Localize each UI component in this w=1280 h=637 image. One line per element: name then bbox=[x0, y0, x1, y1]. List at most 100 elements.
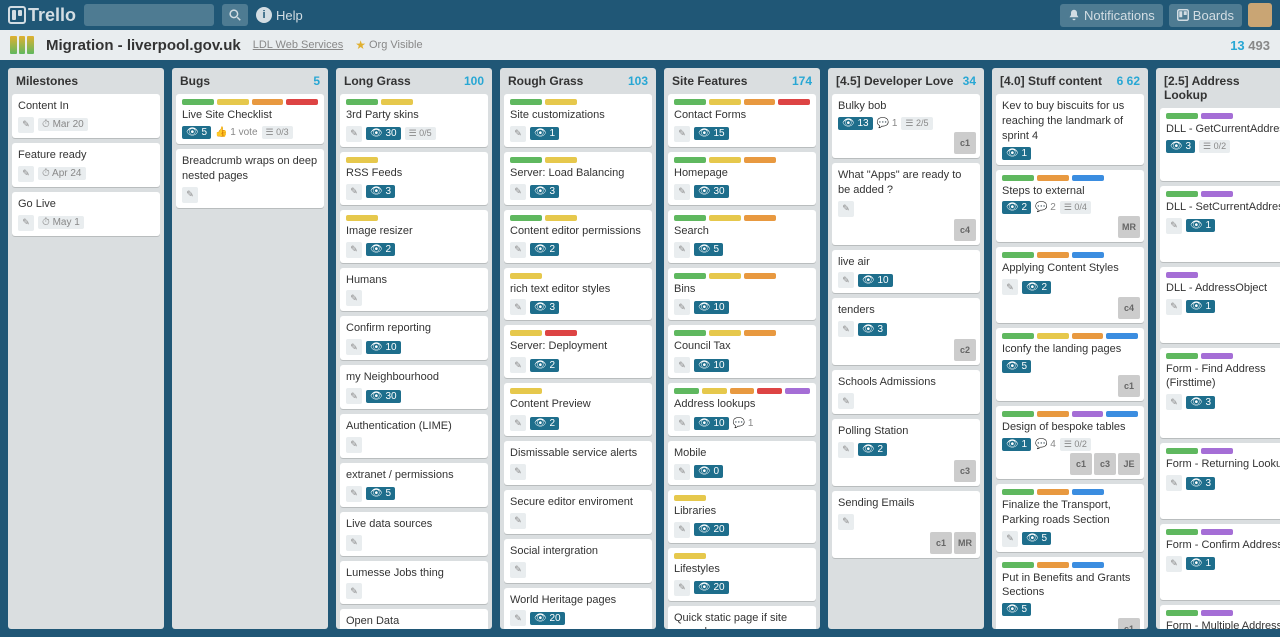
card-badges: ✎👁 2 bbox=[510, 242, 646, 258]
card[interactable]: Dismissable service alerts✎ bbox=[504, 441, 652, 485]
card[interactable]: Breadcrumb wraps on deep nested pages✎ bbox=[176, 149, 324, 208]
card[interactable]: Humans✎ bbox=[340, 268, 488, 312]
card[interactable]: my Neighbourhood✎👁 30 bbox=[340, 365, 488, 409]
card[interactable]: Content In✎⏱ Mar 20 bbox=[12, 94, 160, 138]
card[interactable]: DLL - SetCurrentAddress✎👁 1c3 bbox=[1160, 186, 1280, 262]
card[interactable]: rich text editor styles✎👁 3 bbox=[504, 268, 652, 321]
board-icon bbox=[10, 36, 34, 54]
list-header[interactable]: Site Features174 bbox=[664, 68, 820, 94]
card[interactable]: Bulky bob👁 13💬 1☰ 2/5c1 bbox=[832, 94, 980, 158]
board-canvas[interactable]: MilestonesContent In✎⏱ Mar 20 Feature rea… bbox=[0, 60, 1280, 637]
member-avatar[interactable]: JE bbox=[1118, 453, 1140, 475]
card[interactable]: Kev to buy biscuits for us reaching the … bbox=[996, 94, 1144, 165]
card[interactable]: Lifestyles✎👁 20 bbox=[668, 548, 816, 601]
card[interactable]: Quick static page if site goes down✎👁 1 bbox=[668, 606, 816, 629]
card[interactable]: Contact Forms✎👁 15 bbox=[668, 94, 816, 147]
card[interactable]: Form - Confirm Address✎👁 1c3 bbox=[1160, 524, 1280, 600]
member-avatar[interactable]: MR bbox=[1118, 216, 1140, 238]
points-badge: 👁 5 bbox=[366, 487, 395, 500]
card[interactable]: live air✎👁 10 bbox=[832, 250, 980, 294]
list-header[interactable]: Rough Grass103 bbox=[500, 68, 656, 94]
points-badge: 👁 13 bbox=[838, 117, 873, 130]
card[interactable]: Schools Admissions✎ bbox=[832, 370, 980, 414]
list-header[interactable]: [4.0] Stuff content6 62 bbox=[992, 68, 1148, 94]
card[interactable]: Sending Emails✎c1MR bbox=[832, 491, 980, 558]
boards-button[interactable]: Boards bbox=[1169, 4, 1242, 27]
list-header[interactable]: [4.5] Developer Love34 bbox=[828, 68, 984, 94]
label bbox=[510, 157, 542, 163]
board-title[interactable]: Migration - liverpool.gov.uk bbox=[46, 37, 241, 54]
member-avatar[interactable]: c3 bbox=[1094, 453, 1116, 475]
card[interactable]: Libraries✎👁 20 bbox=[668, 490, 816, 543]
card[interactable]: World Heritage pages✎👁 20 bbox=[504, 588, 652, 629]
member-avatar[interactable]: c3 bbox=[954, 460, 976, 482]
list-count: 174 bbox=[792, 74, 812, 88]
card[interactable]: Search✎👁 5 bbox=[668, 210, 816, 263]
card[interactable]: Social intergration✎ bbox=[504, 539, 652, 583]
list-header[interactable]: Milestones bbox=[8, 68, 164, 94]
member-avatar[interactable]: c1 bbox=[1118, 375, 1140, 397]
member-avatar[interactable]: c1 bbox=[1070, 453, 1092, 475]
member-avatar[interactable]: MR bbox=[954, 532, 976, 554]
card[interactable]: Feature ready✎⏱ Apr 24 bbox=[12, 143, 160, 187]
card[interactable]: Homepage✎👁 30 bbox=[668, 152, 816, 205]
card[interactable]: Content editor permissions✎👁 2 bbox=[504, 210, 652, 263]
card[interactable]: Lumesse Jobs thing✎ bbox=[340, 561, 488, 605]
card[interactable]: Design of bespoke tables👁 1💬 4☰ 0/2c1c3J… bbox=[996, 406, 1144, 479]
card[interactable]: 3rd Party skins✎👁 30☰ 0/5 bbox=[340, 94, 488, 147]
card[interactable]: Content Preview✎👁 2 bbox=[504, 383, 652, 436]
visibility-button[interactable]: ★ Org Visible bbox=[355, 38, 422, 52]
list-header[interactable]: Long Grass100 bbox=[336, 68, 492, 94]
card[interactable]: Image resizer✎👁 2 bbox=[340, 210, 488, 263]
card-labels bbox=[674, 215, 810, 221]
card[interactable]: Secure editor enviroment✎ bbox=[504, 490, 652, 534]
card[interactable]: DLL - AddressObject✎👁 1c3 bbox=[1160, 267, 1280, 343]
help-button[interactable]: i Help bbox=[256, 7, 303, 23]
card[interactable]: Live data sources✎ bbox=[340, 512, 488, 556]
trello-logo[interactable]: Trello bbox=[8, 5, 76, 26]
label bbox=[1072, 333, 1104, 339]
member-avatar[interactable]: c4 bbox=[1118, 297, 1140, 319]
card[interactable]: Bins✎👁 10 bbox=[668, 268, 816, 321]
card[interactable]: Server: Deployment✎👁 2 bbox=[504, 325, 652, 378]
card-members: c4 bbox=[1118, 297, 1140, 319]
card[interactable]: tenders✎👁 3c2 bbox=[832, 298, 980, 365]
card[interactable]: Open Data✎ bbox=[340, 609, 488, 629]
card[interactable]: Go Live✎⏱ May 1 bbox=[12, 192, 160, 236]
card[interactable]: Iconfy the landing pages👁 5c1 bbox=[996, 328, 1144, 401]
card[interactable]: Authentication (LIME)✎ bbox=[340, 414, 488, 458]
card[interactable]: RSS Feeds✎👁 3 bbox=[340, 152, 488, 205]
card[interactable]: Applying Content Styles✎👁 2c4 bbox=[996, 247, 1144, 323]
card-badges: ✎👁 3 bbox=[510, 299, 646, 315]
card[interactable]: Server: Load Balancing✎👁 3 bbox=[504, 152, 652, 205]
card[interactable]: Council Tax✎👁 10 bbox=[668, 325, 816, 378]
card[interactable]: What "Apps" are ready to be added ?✎c4 bbox=[832, 163, 980, 245]
member-avatar[interactable]: c1 bbox=[930, 532, 952, 554]
card[interactable]: Mobile✎👁 0 bbox=[668, 441, 816, 485]
card[interactable]: Form - Multiple Address✎👁 3c3 bbox=[1160, 605, 1280, 629]
card[interactable]: Polling Station✎👁 2c3 bbox=[832, 419, 980, 486]
card[interactable]: Live Site Checklist👁 5👍 1 vote☰ 0/3 bbox=[176, 94, 324, 144]
card[interactable]: Site customizations✎👁 1 bbox=[504, 94, 652, 147]
user-avatar[interactable] bbox=[1248, 3, 1272, 27]
card[interactable]: Address lookups✎👁 10💬 1 bbox=[668, 383, 816, 436]
member-avatar[interactable]: c4 bbox=[954, 219, 976, 241]
card[interactable]: Confirm reporting✎👁 10 bbox=[340, 316, 488, 360]
card[interactable]: DLL - GetCurrentAddress👁 3☰ 0/2c3 bbox=[1160, 108, 1280, 181]
search-input[interactable] bbox=[84, 4, 214, 26]
card-badges: ✎👁 2 bbox=[510, 357, 646, 373]
card[interactable]: Form - Returning Lookup✎👁 3c3 bbox=[1160, 443, 1280, 519]
list-header[interactable]: Bugs5 bbox=[172, 68, 328, 94]
list-header[interactable]: [2.5] Address Lookup7 15 bbox=[1156, 68, 1280, 108]
card[interactable]: Form - Find Address (Firsttime)✎👁 3c3 bbox=[1160, 348, 1280, 439]
card[interactable]: Put in Benefits and Grants Sections👁 5c1 bbox=[996, 557, 1144, 629]
search-button[interactable] bbox=[222, 4, 248, 26]
card[interactable]: Steps to external👁 2💬 2☰ 0/4MR bbox=[996, 170, 1144, 243]
card[interactable]: Finalize the Transport, Parking roads Se… bbox=[996, 484, 1144, 552]
card[interactable]: extranet / permissions✎👁 5 bbox=[340, 463, 488, 507]
member-avatar[interactable]: c1 bbox=[1118, 618, 1140, 629]
org-link[interactable]: LDL Web Services bbox=[253, 39, 343, 51]
member-avatar[interactable]: c2 bbox=[954, 339, 976, 361]
notifications-button[interactable]: Notifications bbox=[1060, 4, 1163, 27]
member-avatar[interactable]: c1 bbox=[954, 132, 976, 154]
